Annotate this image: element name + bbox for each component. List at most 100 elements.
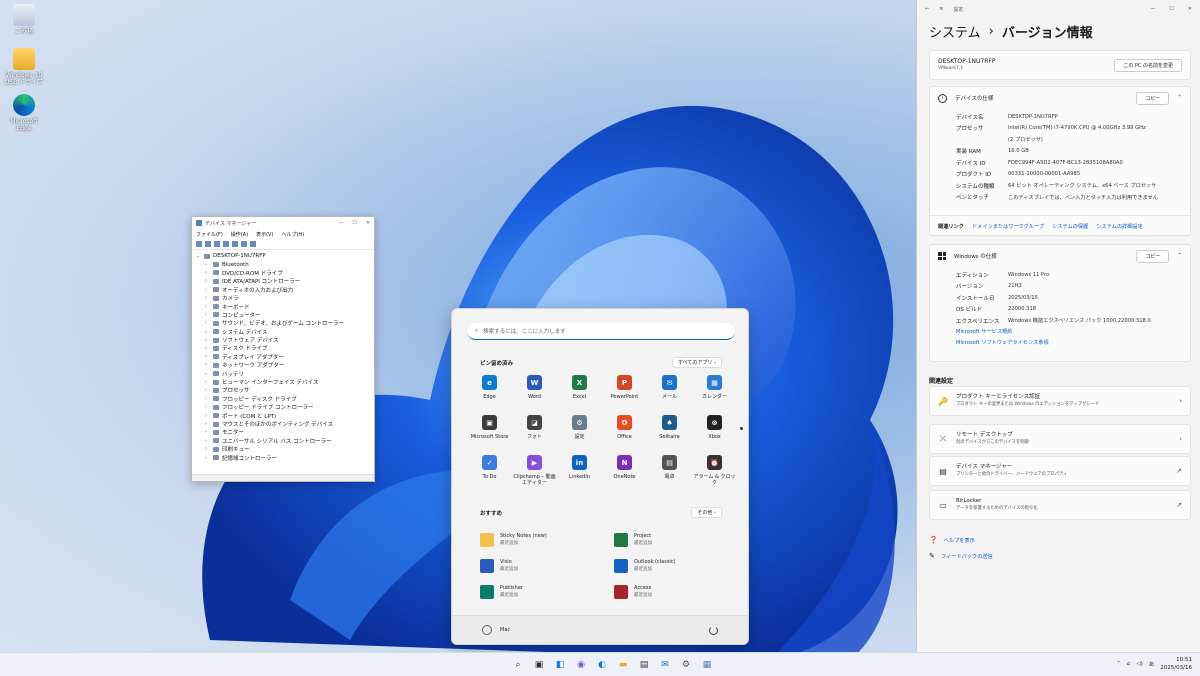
menu-help[interactable]: ヘルプ(H) [281, 231, 304, 238]
minimize-icon[interactable]: — [1150, 6, 1155, 12]
chevron-right-icon[interactable]: › [205, 362, 213, 368]
tree-node[interactable]: › マウスとそのほかのポインティング デバイス [196, 420, 370, 428]
tree-node[interactable]: › コンピューター [196, 311, 370, 319]
start-search-input[interactable]: ⌕ 検索するには、ここに入力します [467, 323, 735, 340]
chevron-up-icon[interactable]: ⌃ [1177, 95, 1182, 101]
pinned-app[interactable]: ⏰ アラーム & クロック [692, 455, 737, 495]
chevron-down-icon[interactable]: ⌄ [196, 253, 204, 259]
chevron-right-icon[interactable]: › [205, 371, 213, 377]
link-domain-workgroup[interactable]: ドメインまたはワークグループ [972, 223, 1044, 230]
tree-node[interactable]: › フロッピー ドライブ コントローラー [196, 403, 370, 411]
hamburger-icon[interactable]: ≡ [939, 6, 943, 12]
chevron-right-icon[interactable]: › [205, 438, 213, 444]
recommended-item[interactable]: Sticky Notes (new) 最近追加 [480, 527, 614, 553]
chevron-right-icon[interactable]: › [205, 295, 213, 301]
tree-node[interactable]: › サウンド、ビデオ、およびゲーム コントローラー [196, 319, 370, 327]
tree-node[interactable]: › バッテリ [196, 369, 370, 378]
menu-file[interactable]: ファイル(F) [196, 231, 223, 238]
feedback-link[interactable]: ✎ フィードバックの送信 [929, 552, 993, 560]
properties-icon[interactable] [232, 241, 238, 247]
pinned-app[interactable]: O Office [602, 415, 647, 455]
monitor-icon[interactable] [250, 241, 256, 247]
chevron-up-icon[interactable]: ⌃ [1177, 253, 1182, 259]
tree-node[interactable]: › キーボード [196, 302, 370, 311]
copy-windows-spec-button[interactable]: コピー [1136, 249, 1170, 263]
chevron-right-icon[interactable]: › [205, 329, 213, 335]
pinned-app[interactable]: X Excel [557, 375, 602, 415]
pinned-app[interactable]: ▤ 電卓 [647, 455, 692, 495]
chevron-right-icon[interactable]: › [205, 278, 213, 284]
device-manager-window[interactable]: デバイス マネージャー — ☐ ✕ ファイル(F) 操作(A) 表示(V) ヘル… [191, 216, 375, 482]
close-icon[interactable]: ✕ [366, 220, 370, 226]
clock[interactable]: 10:51 2025/03/16 [1160, 656, 1192, 672]
volume-icon[interactable]: ◁) [1136, 661, 1142, 667]
maximize-icon[interactable]: ☐ [352, 220, 356, 226]
device-manager-titlebar[interactable]: デバイス マネージャー — ☐ ✕ [192, 217, 374, 229]
pinned-app[interactable]: ⚙ 設定 [557, 415, 602, 455]
mail-icon[interactable]: ✉ [658, 658, 672, 672]
search-icon[interactable]: ⌕ [511, 658, 525, 672]
settings-titlebar[interactable]: ← ≡ 設定 — ☐ ✕ [917, 0, 1200, 18]
pinned-app[interactable]: W Word [512, 375, 557, 415]
help-icon[interactable] [223, 241, 229, 247]
network-icon[interactable]: ⌂ [1127, 661, 1131, 667]
recommended-item[interactable]: Publisher 最近追加 [480, 579, 614, 605]
menu-view[interactable]: 表示(V) [256, 231, 273, 238]
pinned-app[interactable]: ◪ フォト [512, 415, 557, 455]
windows-spec-header[interactable]: Windows の仕様 コピー ⌃ [930, 245, 1190, 267]
pinned-app[interactable]: ♠ Solitaire [647, 415, 692, 455]
store-icon[interactable]: ▤ [637, 658, 651, 672]
tree-node[interactable]: › ディスク ドライブ [196, 344, 370, 352]
tree-node[interactable]: › DVD/CD-ROM ドライブ [196, 269, 370, 277]
recommended-item[interactable]: Visio 最近追加 [480, 553, 614, 579]
rename-pc-button[interactable]: この PC の名前を変更 [1114, 58, 1182, 72]
tree-node[interactable]: › ポート (COM と LPT) [196, 411, 370, 420]
tree-node[interactable]: › ソフトウェア デバイス [196, 336, 370, 344]
more-button[interactable]: その他 › [691, 507, 722, 518]
tree-node[interactable]: › Bluetooth [196, 260, 370, 268]
tree-node[interactable]: › ユニバーサル シリアル バス コントローラー [196, 437, 370, 445]
tree-node[interactable]: › モニター [196, 428, 370, 436]
chevron-right-icon[interactable]: › [205, 287, 213, 293]
power-icon[interactable] [709, 625, 718, 635]
settings-icon[interactable]: ⚙ [679, 658, 693, 672]
tree-node[interactable]: › カメラ [196, 294, 370, 302]
pinned-app[interactable]: ▣ Microsoft Store [467, 415, 512, 455]
forward-icon[interactable] [205, 241, 211, 247]
pinned-app[interactable]: ▶ Clipchamp – 動画エディター [512, 455, 557, 495]
recommended-item[interactable]: Outlook (classic) 最近追加 [614, 553, 730, 579]
chevron-right-icon[interactable]: › [205, 262, 213, 268]
back-icon[interactable] [196, 241, 202, 247]
link-ms-license[interactable]: Microsoft ソフトウェアライセンス条項 [956, 338, 1190, 349]
desktop-icon-edge[interactable]: Microsoft Edge [4, 94, 44, 132]
desktop-icon-recycle-bin[interactable]: ごみ箱 [4, 4, 44, 35]
maximize-icon[interactable]: ☐ [1169, 6, 1173, 12]
chevron-right-icon[interactable]: › [205, 354, 213, 360]
file-explorer-icon[interactable]: ▬ [616, 658, 630, 672]
edge-icon[interactable]: ◐ [595, 658, 609, 672]
recommended-item[interactable]: Project 最近追加 [614, 527, 730, 553]
link-advanced-settings[interactable]: システムの詳細設定 [1096, 223, 1143, 230]
user-avatar-icon[interactable] [482, 625, 492, 635]
back-arrow-icon[interactable]: ← [925, 6, 929, 12]
link-ms-service[interactable]: Microsoft サービス規約 [956, 327, 1190, 338]
chevron-right-icon[interactable]: › [205, 396, 213, 402]
tree-node[interactable]: › ヒューマン インターフェイス デバイス [196, 378, 370, 386]
tree-icon[interactable] [214, 241, 220, 247]
ime-icon[interactable]: あ [1149, 660, 1155, 668]
page-dot-icon[interactable] [740, 427, 743, 430]
chevron-right-icon[interactable]: › [205, 421, 213, 427]
minimize-icon[interactable]: — [338, 220, 343, 226]
chevron-right-icon[interactable]: › [205, 312, 213, 318]
widgets-icon[interactable]: ◧ [553, 658, 567, 672]
pinned-app[interactable]: ✉ メール [647, 375, 692, 415]
chevron-right-icon[interactable]: › [205, 320, 213, 326]
close-icon[interactable]: ✕ [1188, 6, 1192, 12]
chevron-right-icon[interactable]: › [205, 345, 213, 351]
related-setting-item[interactable]: ▭ BitLocker データを保護するためのデバイスの暗号化 ↗ [929, 490, 1191, 520]
device-spec-header[interactable]: i デバイスの仕様 コピー ⌃ [930, 87, 1190, 109]
chevron-right-icon[interactable]: › [205, 455, 213, 461]
link-system-protection[interactable]: システムの保護 [1052, 223, 1088, 230]
device-manager-icon[interactable]: ▦ [700, 658, 714, 672]
chevron-right-icon[interactable]: › [205, 429, 213, 435]
